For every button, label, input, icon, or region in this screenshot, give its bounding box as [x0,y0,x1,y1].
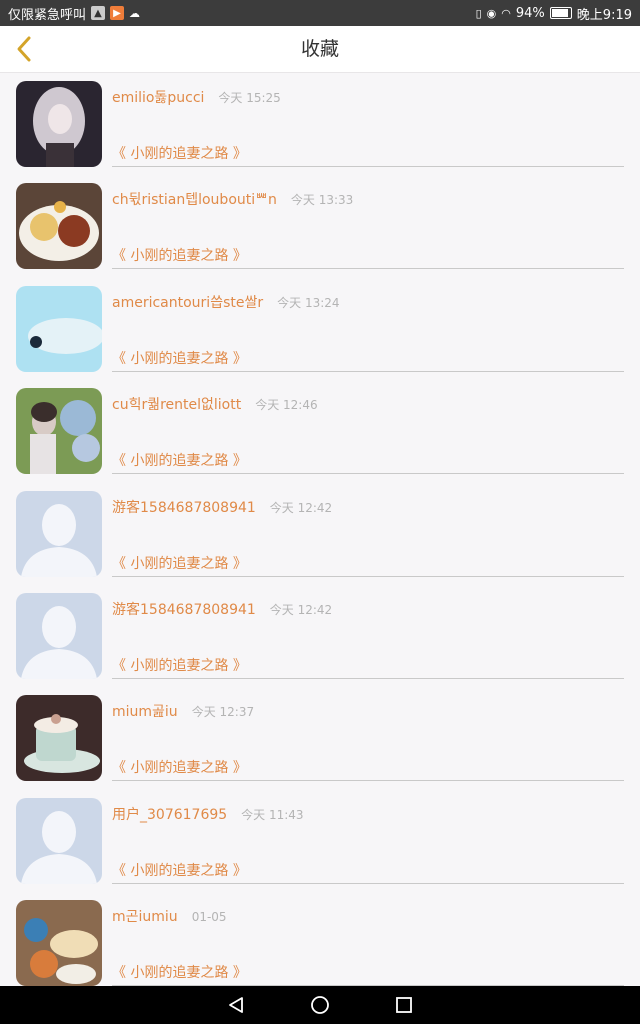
avatar[interactable] [16,81,102,167]
page-title: 收藏 [300,38,339,60]
favorite-item[interactable]: emilio돓pucci 今天 15:25 《 小刚的追妻之路 》 [0,73,640,175]
eye-icon: ◉ [486,6,497,20]
divider [112,166,624,167]
novel-title[interactable]: 《 小刚的追妻之路 》 [112,143,247,163]
avatar[interactable] [16,695,102,782]
favorite-item[interactable]: ch뒧ristian텝louboutiᄤn 今天 13:33 《 小刚的追妻之路 》 [0,175,640,277]
avatar[interactable] [16,900,102,986]
timestamp: 今天 13:24 [277,295,340,310]
clock-text: 晚上9:19 [576,7,632,23]
novel-title[interactable]: 《 小刚的追妻之路 》 [112,348,247,368]
favorite-item[interactable]: 用户_307617695 今天 11:43 《 小刚的追妻之路 》 [0,790,640,892]
username: 游客1584687808941 [112,499,256,516]
timestamp: 今天 13:33 [290,193,354,208]
status-bar: 仅限紧急呼叫 ▲ ▶ ☁ ▯ ◉ ◠ 94% 晚上9:19 [0,0,640,26]
back-triangle-icon [229,997,243,1013]
timestamp: 01-05 [191,910,227,925]
nav-back-button[interactable] [224,993,248,1017]
username: cu힉r퀆rentel없liott [112,397,242,414]
username-row: americantouri씁ste쌀r 今天 13:24 [112,292,340,312]
nav-home-button[interactable] [308,993,332,1017]
wifi-icon: ◠ [501,6,511,20]
timestamp: 今天 12:42 [269,500,333,515]
avatar[interactable] [16,388,102,475]
novel-title[interactable]: 《 小刚的追妻之路 》 [112,962,247,982]
status-carrier-text: 仅限紧急呼叫 [8,7,87,23]
favorite-item[interactable]: cu힉r퀆rentel없liott 今天 12:46 《 小刚的追妻之路 》 [0,380,640,482]
novel-title[interactable]: 《 小刚的追妻之路 》 [112,860,247,880]
recents-square-icon [396,997,412,1013]
username-row: ch뒧ristian텝louboutiᄤn 今天 13:33 [112,189,353,209]
username-row: 游客1584687808941 今天 12:42 [112,599,332,619]
novel-title[interactable]: 《 小刚的追妻之路 》 [112,450,247,470]
timestamp: 今天 15:25 [218,91,281,105]
favorites-list[interactable]: emilio돓pucci 今天 15:25 《 小刚的追妻之路 》 ch뒧ristia… [0,73,640,986]
novel-title[interactable]: 《 小刚的追妻之路 》 [112,553,247,573]
status-left: 仅限紧急呼叫 ▲ ▶ ☁ [8,4,140,23]
username-row: cu힉r퀆rentel없liott 今天 12:46 [112,394,318,414]
timestamp: 今天 11:43 [241,807,304,822]
app-header: 收藏 [0,26,640,73]
status-right: ▯ ◉ ◠ 94% 晚上9:19 [476,4,632,23]
username-row: emilio돓pucci 今天 15:25 [112,87,281,107]
avatar[interactable] [16,183,102,270]
username: emilio돓pucci [112,90,205,106]
novel-title[interactable]: 《 小刚的追妻之路 》 [112,655,247,675]
username: ch뒧ristian텝louboutiᄤn [112,192,277,209]
favorite-item[interactable]: americantouri씁ste쌀r 今天 13:24 《 小刚的追妻之路 》 [0,278,640,380]
divider [112,575,624,577]
avatar[interactable] [16,592,102,679]
username: 游客1584687808941 [112,601,256,618]
photo-icon: ▲ [91,6,106,20]
divider [112,882,624,884]
username-row: m곤iumiu 01-05 [112,906,227,926]
timestamp: 今天 12:46 [255,398,318,413]
timestamp: 今天 12:42 [269,602,333,617]
cloud-icon: ☁ [129,6,141,20]
battery-icon [549,7,572,19]
timestamp: 今天 12:37 [191,705,255,720]
favorite-item[interactable]: 游客1584687808941 今天 12:42 《 小刚的追妻之路 》 [0,483,640,585]
divider [112,780,624,782]
username-row: 用户_307617695 今天 11:43 [112,804,304,824]
username: americantouri씁ste쌀r [112,294,264,311]
favorite-item[interactable]: m곤iumiu 01-05 《 小刚的追妻之路 》 [0,892,640,986]
divider [112,677,624,679]
username: mium곮iu [112,704,178,721]
novel-title[interactable]: 《 小刚的追妻之路 》 [112,245,247,265]
username-row: 游客1584687808941 今天 12:42 [112,497,332,517]
home-circle-icon [311,996,329,1014]
nav-recents-button[interactable] [392,993,416,1017]
avatar[interactable] [16,490,102,577]
avatar[interactable] [16,797,102,884]
novel-title[interactable]: 《 小刚的追妻之路 》 [112,757,247,777]
divider [112,370,624,372]
avatar[interactable] [16,285,102,372]
vibrate-icon: ▯ [475,6,482,20]
system-nav-bar [0,986,640,1024]
divider [112,473,624,475]
username: m곤iumiu [112,909,178,926]
battery-text: 94% [515,5,545,21]
favorite-item[interactable]: mium곮iu 今天 12:37 《 小刚的追妻之路 》 [0,687,640,789]
username: 用户_307617695 [112,806,228,823]
favorite-item[interactable]: 游客1584687808941 今天 12:42 《 小刚的追妻之路 》 [0,585,640,687]
username-row: mium곮iu 今天 12:37 [112,701,254,721]
play-icon: ▶ [110,6,125,20]
divider [112,268,624,270]
